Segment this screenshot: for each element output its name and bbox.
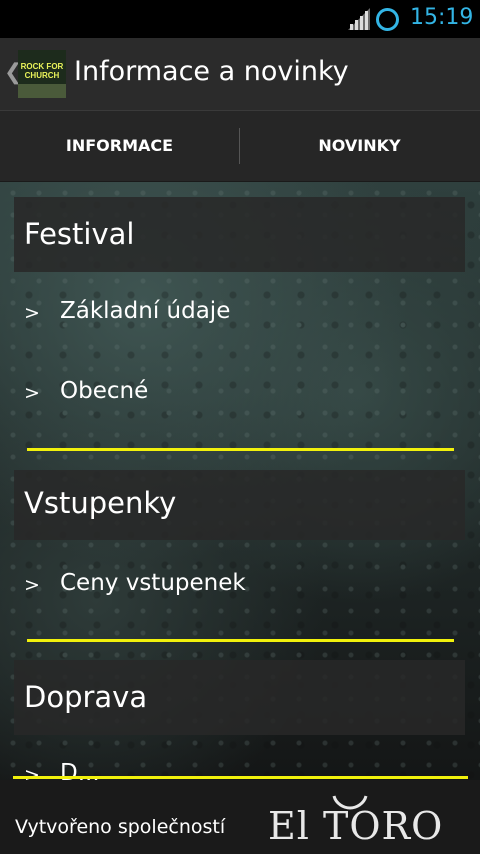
tab-novinky[interactable]: NOVINKY	[240, 111, 479, 181]
app-icon-crowd	[18, 84, 66, 98]
section-title: Festival	[24, 217, 135, 251]
action-bar: ❮ ROCK FOR CHURCH Informace a novinky	[0, 38, 480, 111]
section-header-festival: Festival	[14, 197, 465, 272]
list-item-zakladni-udaje[interactable]: > Základní údaje	[14, 280, 465, 350]
list-item-doprava-partial[interactable]: > D...	[14, 742, 465, 780]
chevron-right-icon: >	[24, 302, 40, 324]
list-item-label: Obecné	[60, 378, 149, 404]
el-toro-logo[interactable]: El TORO	[268, 794, 458, 848]
brand-name: El TORO	[268, 804, 444, 848]
section-header-doprava: Doprava	[14, 660, 465, 735]
signal-icon	[348, 8, 370, 30]
section-divider	[27, 639, 454, 642]
status-bar: 15:19	[0, 0, 480, 38]
chevron-right-icon: >	[24, 574, 40, 596]
content-list[interactable]: Festival > Základní údaje > Obecné Vstup…	[0, 182, 480, 780]
rock-for-church-logo[interactable]: ROCK FOR CHURCH	[18, 50, 66, 98]
section-divider	[27, 448, 454, 451]
chevron-right-icon: >	[24, 382, 40, 404]
sync-ring-icon	[376, 8, 399, 31]
tab-informace[interactable]: INFORMACE	[0, 111, 239, 181]
list-item-label: Základní údaje	[60, 298, 231, 324]
app-icon-text: ROCK FOR CHURCH	[20, 62, 64, 80]
section-title: Vstupenky	[24, 486, 177, 520]
section-title: Doprava	[24, 680, 148, 714]
tab-bar: INFORMACE NOVINKY	[0, 111, 480, 293]
list-item-label: Ceny vstupenek	[60, 570, 246, 596]
list-item-obecne[interactable]: > Obecné	[14, 360, 465, 430]
page-title: Informace a novinky	[74, 56, 349, 87]
footer-credit: Vytvořeno společností	[15, 816, 226, 838]
status-time: 15:19	[410, 5, 474, 30]
footer: Vytvořeno společností El TORO	[0, 780, 480, 854]
list-item-ceny-vstupenek[interactable]: > Ceny vstupenek	[14, 552, 465, 622]
footer-divider	[13, 776, 468, 779]
section-header-vstupenky: Vstupenky	[14, 470, 465, 540]
